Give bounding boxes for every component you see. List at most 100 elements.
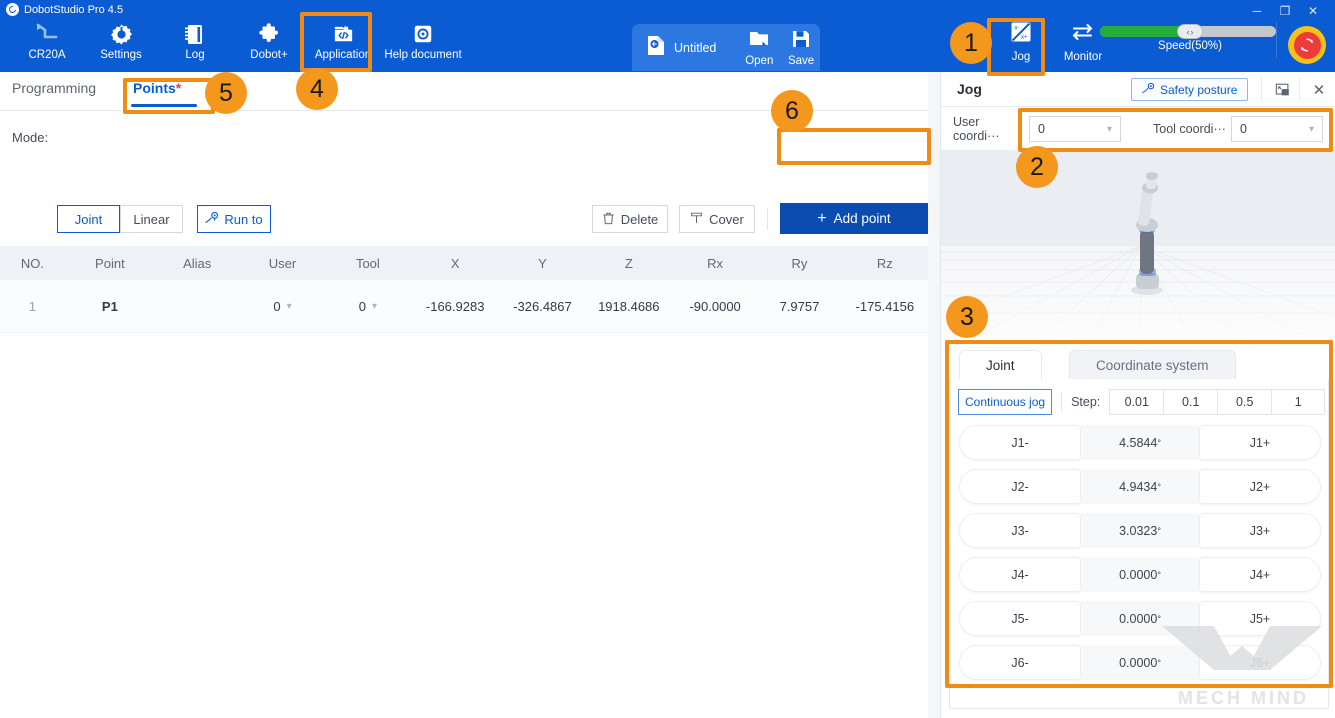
safety-posture-button[interactable]: Safety posture (1131, 78, 1249, 101)
speed-label: Speed(50%) (1158, 40, 1222, 52)
safety-posture-label: Safety posture (1160, 82, 1238, 97)
j6-value: 0.0000 ° (1081, 645, 1199, 680)
tab-active-underline (131, 104, 197, 107)
toolbar-item-help-document[interactable]: Help document (380, 20, 466, 72)
continuous-jog-button[interactable]: Continuous jog (958, 389, 1053, 415)
tab-points[interactable]: Points* (133, 80, 181, 96)
degree-unit: ° (1157, 481, 1161, 492)
cell-tool-select[interactable]: 0 ▾ (326, 299, 410, 314)
delete-label: Delete (620, 211, 659, 227)
run-to-button[interactable]: Run to (197, 205, 271, 233)
jog-toolbar-button[interactable]: x- x+ Jog (990, 20, 1052, 63)
j6-minus-button[interactable]: J6- (959, 645, 1081, 680)
col-point: Point (95, 255, 125, 271)
folder-open-icon (748, 29, 770, 54)
j4-value-text: 0.0000 (1119, 567, 1158, 582)
jog-panel: Jog Safety posture ✕ User coordi··· 0 ▾ … (940, 72, 1335, 718)
j1-plus-button[interactable]: J1+ (1199, 425, 1321, 460)
toolbar-label: Settings (100, 49, 142, 61)
svg-text:x-: x- (1015, 26, 1020, 32)
emergency-reset-button[interactable] (1288, 26, 1326, 64)
toolbar-label: CR20A (28, 49, 66, 61)
j1-minus-button[interactable]: J1- (959, 425, 1081, 460)
add-point-button[interactable]: + Add point (780, 203, 928, 234)
mode-linear-button[interactable]: Linear (120, 205, 183, 233)
robot-3d-viewport[interactable] (941, 150, 1335, 348)
jog-mode-tabs: Joint Coordinate system (949, 350, 1329, 380)
notebook-icon (184, 20, 206, 48)
j6-value-text: 0.0000 (1119, 655, 1158, 670)
step-button-0-5[interactable]: 0.5 (1217, 389, 1272, 415)
right-toolbar: x- x+ Jog Monitor (990, 20, 1114, 63)
toolbar-label: Log (185, 49, 205, 61)
speed-slider-knob[interactable]: ‹› (1177, 24, 1204, 39)
toolbar-item-application[interactable]: Application (306, 20, 380, 72)
jog-panel-header: Jog Safety posture ✕ (941, 72, 1335, 107)
j4-plus-button[interactable]: J4+ (1199, 557, 1321, 592)
close-icon[interactable]: ✕ (1307, 78, 1331, 102)
app-logo-icon (6, 3, 19, 16)
col-rz: Rz (876, 255, 893, 271)
joint-jog-body: Continuous jog Step: 0.01 0.1 0.5 1 J1- … (949, 379, 1329, 709)
title-toolbar: DobotStudio Pro 4.5 ─ ❐ ✕ CR20A Settings… (0, 0, 1335, 72)
j6-plus-button[interactable]: J6+ (1199, 645, 1321, 680)
tool-coordinate-select[interactable]: 0 ▾ (1231, 116, 1323, 142)
j5-minus-button[interactable]: J5- (959, 601, 1081, 636)
tool-coordinate-value: 0 (1240, 122, 1247, 136)
cell-user-select[interactable]: 0 ▾ (239, 299, 325, 314)
delete-button[interactable]: Delete (592, 205, 668, 233)
step-divider (1061, 392, 1063, 412)
tab-joint[interactable]: Joint (959, 350, 1042, 380)
j4-minus-button[interactable]: J4- (959, 557, 1081, 592)
j3-plus-button[interactable]: J3+ (1199, 513, 1321, 548)
j2-value: 4.9434 ° (1081, 469, 1199, 504)
cell-y: -326.4867 (513, 298, 572, 314)
run-to-label: Run to (224, 211, 263, 227)
col-no: NO. (20, 255, 44, 271)
popout-window-icon[interactable] (1271, 78, 1295, 102)
j1-value: 4.5844 ° (1081, 425, 1199, 460)
application-window: DobotStudio Pro 4.5 ─ ❐ ✕ CR20A Settings… (0, 0, 1335, 718)
speed-control[interactable]: ‹› Speed(50%) (1100, 24, 1280, 52)
mode-joint-button[interactable]: Joint (57, 205, 120, 233)
minimize-button[interactable]: ─ (1243, 2, 1271, 20)
maximize-button[interactable]: ❐ (1271, 2, 1299, 20)
points-table-body-empty (0, 333, 928, 718)
j3-minus-button[interactable]: J3- (959, 513, 1081, 548)
close-button[interactable]: ✕ (1299, 2, 1327, 20)
mode-label: Mode: (12, 130, 49, 145)
application-code-icon (332, 20, 355, 48)
table-row[interactable]: 1 P1 0 ▾ 0 ▾ -166.9283 -326.4867 1918.46… (0, 280, 928, 333)
step-button-1[interactable]: 1 (1271, 389, 1326, 415)
degree-unit: ° (1157, 613, 1161, 624)
j2-plus-button[interactable]: J2+ (1199, 469, 1321, 504)
col-ry: Ry (791, 255, 808, 271)
open-button[interactable]: Open (740, 29, 778, 67)
j4-value: 0.0000 ° (1081, 557, 1199, 592)
toolbar-item-settings[interactable]: Settings (84, 20, 158, 72)
step-button-0-1[interactable]: 0.1 (1163, 389, 1218, 415)
j5-value: 0.0000 ° (1081, 601, 1199, 636)
joint-row-j4: J4- 0.0000 ° J4+ (959, 557, 1321, 592)
step-button-0-01[interactable]: 0.01 (1109, 389, 1164, 415)
user-coordinate-select[interactable]: 0 ▾ (1029, 116, 1121, 142)
toolbar-item-log[interactable]: Log (158, 20, 232, 72)
j2-minus-button[interactable]: J2- (959, 469, 1081, 504)
cover-button[interactable]: Cover (679, 205, 755, 233)
cell-rx: -90.0000 (689, 298, 741, 314)
speed-slider[interactable]: ‹› (1100, 24, 1276, 39)
app-title: DobotStudio Pro 4.5 (24, 4, 124, 16)
toolbar-item-cr20a[interactable]: CR20A (10, 20, 84, 72)
current-document[interactable]: Untitled (646, 35, 716, 61)
save-button[interactable]: Save (782, 29, 820, 67)
safety-posture-icon (1142, 82, 1155, 98)
toolbar-item-dobot-plus[interactable]: Dobot+ (232, 20, 306, 72)
joint-row-j6: J6- 0.0000 ° J6+ (959, 645, 1321, 680)
speed-slider-fill (1100, 26, 1188, 37)
tab-programming[interactable]: Programming (12, 80, 96, 96)
joint-row-j2: J2- 4.9434 ° J2+ (959, 469, 1321, 504)
document-name: Untitled (674, 41, 717, 55)
j5-plus-button[interactable]: J5+ (1199, 601, 1321, 636)
tab-coordinate-system[interactable]: Coordinate system (1069, 350, 1236, 380)
pane-scrollbar[interactable] (928, 72, 940, 718)
